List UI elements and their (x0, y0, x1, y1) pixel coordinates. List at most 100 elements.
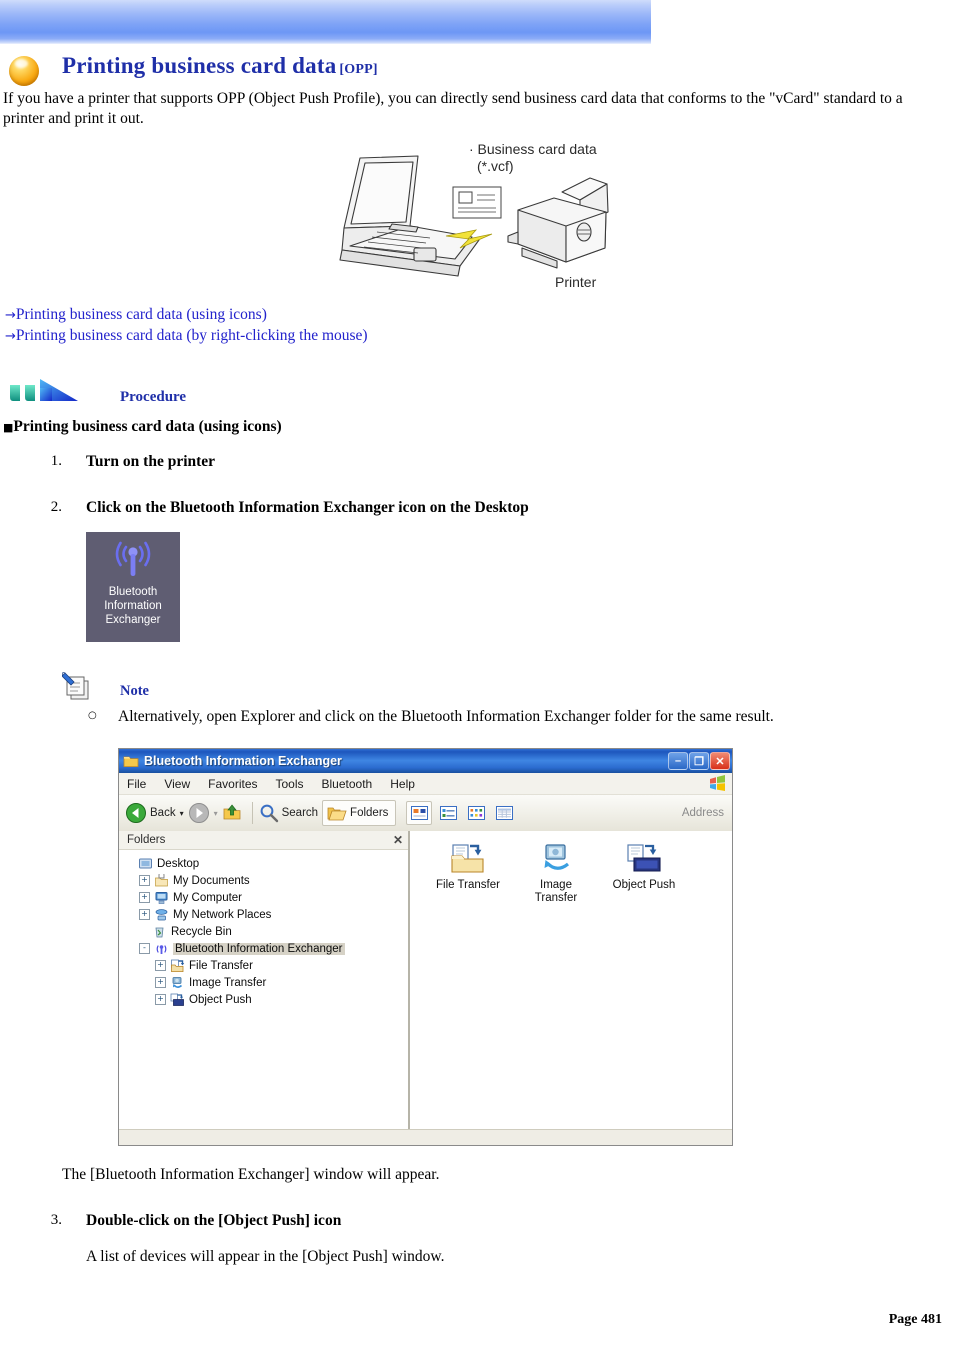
bluetooth-information-exchanger-desktop-icon[interactable]: Bluetooth Information Exchanger (86, 532, 180, 642)
tree-expander[interactable]: + (155, 960, 166, 971)
window-title: Bluetooth Information Exchanger (144, 754, 342, 768)
step-2-text: Click on the Bluetooth Information Excha… (86, 499, 529, 516)
image-transfer-icon (544, 844, 570, 870)
link-printing-right-click[interactable]: →Printing business card data (by right-c… (5, 326, 368, 347)
tree-item-image-transfer[interactable]: + Image Transfer (125, 974, 408, 991)
tree-item-label: My Documents (173, 874, 250, 887)
step-1-number: 1. (50, 453, 62, 469)
view-button-tiles[interactable] (436, 802, 460, 824)
file-transfer-icon (451, 844, 484, 873)
tree-item-label: Recycle Bin (171, 925, 232, 938)
step-2-number: 2. (50, 499, 62, 515)
tree-item-bluetooth-information-exchanger[interactable]: - Bluetooth Information Exchanger (125, 940, 408, 957)
back-label: Back (150, 807, 176, 819)
tree-item-label: Image Transfer (189, 976, 267, 989)
menu-help[interactable]: Help (390, 777, 415, 791)
content-pane[interactable]: File Transfer Image Transfer Object Push (410, 831, 732, 1145)
tree-item-label: Bluetooth Information Exchanger (173, 942, 345, 955)
menu-view[interactable]: View (164, 777, 190, 791)
folders-pane[interactable]: Folders ✕ Desktop + My Documents + My Co… (119, 831, 410, 1145)
tree-item-desktop[interactable]: Desktop (125, 855, 408, 872)
image-transfer-icon (172, 976, 183, 988)
object-push-icon (627, 844, 661, 872)
menu-bluetooth[interactable]: Bluetooth (322, 777, 373, 791)
view-button-details[interactable] (492, 802, 516, 824)
toolbar[interactable]: Back ▾ ▾ Search Folders Address (119, 795, 732, 832)
menu-file[interactable]: File (127, 777, 146, 791)
up-button[interactable] (222, 803, 242, 823)
tree-expander[interactable]: + (155, 994, 166, 1005)
content-item-object-push[interactable]: Object Push (600, 843, 688, 905)
tree-item-label: My Computer (173, 891, 243, 904)
tree-item-my-computer[interactable]: + My Computer (125, 889, 408, 906)
recycle-bin-icon (155, 927, 164, 937)
menu-tools[interactable]: Tools (276, 777, 304, 791)
link-printing-using-icons[interactable]: →Printing business card data (using icon… (5, 305, 368, 326)
tree-item-file-transfer[interactable]: + File Transfer (125, 957, 408, 974)
forward-button[interactable]: ▾ (188, 802, 218, 824)
search-button[interactable]: Search (259, 803, 318, 823)
address-label: Address (681, 807, 724, 819)
note-text: Alternatively, open Explorer and click o… (118, 708, 774, 725)
forward-dropdown-icon[interactable]: ▾ (214, 809, 218, 818)
tree-item-object-push[interactable]: + Object Push (125, 991, 408, 1008)
tree-expander[interactable]: + (139, 909, 150, 920)
diagram-svg: · Business card data (*.vcf) Printer (339, 141, 609, 290)
step-1-text: Turn on the printer (86, 453, 216, 470)
tree-expander[interactable]: - (139, 943, 150, 954)
file-transfer-icon (171, 959, 185, 972)
thumbnails-view-icon (410, 806, 428, 820)
orange-sphere-icon (9, 56, 39, 86)
minimize-button[interactable]: – (668, 752, 688, 770)
diagram-caption-line2: (*.vcf) (477, 158, 514, 174)
tree-item-my-network-places[interactable]: + My Network Places (125, 906, 408, 923)
procedure-label: Procedure (120, 389, 187, 405)
tree-expander[interactable]: + (155, 977, 166, 988)
folders-pane-close-icon[interactable]: ✕ (393, 833, 403, 847)
diagram-printer-label: Printer (555, 274, 597, 290)
bluetooth-information-exchanger-window[interactable]: Bluetooth Information Exchanger – ❐ ✕ Fi… (118, 748, 733, 1146)
step-3-text: Double-click on the [Object Push] icon (86, 1212, 342, 1229)
view-button-icons[interactable] (464, 802, 488, 824)
icons-view-icon (467, 806, 485, 820)
folders-button[interactable]: Folders (322, 800, 397, 826)
tree-expander[interactable]: + (139, 875, 150, 886)
folder-icon (123, 756, 139, 767)
tree-expander (125, 859, 134, 868)
search-icon (260, 804, 278, 823)
step-3-detail: A list of devices will appear in the [Ob… (86, 1248, 445, 1265)
window-appears-text: The [Bluetooth Information Exchanger] wi… (62, 1166, 440, 1183)
view-button-thumbnails[interactable] (406, 801, 433, 825)
folder-tree[interactable]: Desktop + My Documents + My Computer + M… (119, 850, 408, 1008)
tree-item-recycle-bin[interactable]: Recycle Bin (125, 923, 408, 940)
content-item-label: File Transfer (436, 879, 500, 891)
back-dropdown-icon[interactable]: ▾ (180, 809, 184, 818)
tree-expander[interactable]: + (139, 892, 150, 903)
menu-bar[interactable]: File View Favorites Tools Bluetooth Help (119, 773, 732, 795)
section-heading-text: Printing business card data (using icons… (13, 418, 282, 435)
back-button[interactable]: Back ▾ (125, 802, 184, 824)
windows-flag-icon (710, 775, 725, 791)
intro-paragraph: If you have a printer that supports OPP … (3, 90, 903, 127)
content-item-file-transfer[interactable]: File Transfer (424, 843, 512, 905)
menu-favorites[interactable]: Favorites (208, 777, 257, 791)
content-item-image-transfer[interactable]: Image Transfer (512, 843, 600, 905)
link-label: Printing business card data (by right-cl… (15, 326, 368, 344)
desktop-icon (139, 858, 152, 868)
folder-items-list: File Transfer Image Transfer Object Push (410, 831, 732, 905)
view-buttons-group[interactable] (406, 801, 520, 825)
folders-label: Folders (350, 807, 389, 819)
blue-arrow-icon (10, 379, 78, 401)
business-card-printing-diagram: · Business card data (*.vcf) Printer (322, 140, 652, 302)
window-titlebar[interactable]: Bluetooth Information Exchanger – ❐ ✕ (119, 749, 732, 773)
tree-item-my-documents[interactable]: + My Documents (125, 872, 408, 889)
my-computer-icon (155, 891, 168, 904)
close-button[interactable]: ✕ (710, 752, 730, 770)
details-view-icon (495, 806, 513, 820)
tree-expander (139, 927, 148, 936)
maximize-button[interactable]: ❐ (689, 752, 709, 770)
toolbar-separator (251, 802, 253, 824)
arrow-right-icon: → (5, 308, 16, 323)
note-label: Note (120, 683, 149, 699)
search-label: Search (281, 807, 319, 819)
